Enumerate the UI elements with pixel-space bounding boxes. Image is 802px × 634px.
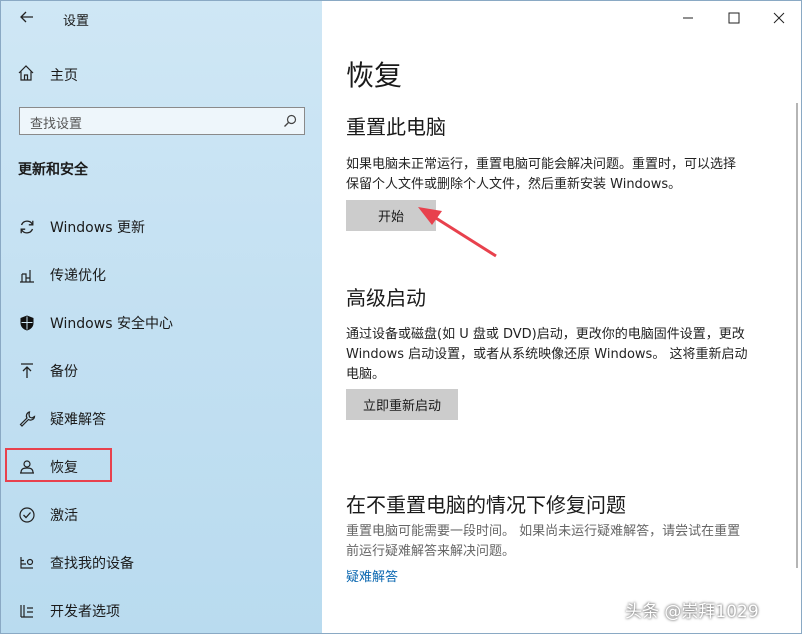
advanced-description-line: 通过设备或磁盘(如 U 盘或 DVD)启动，更改你的电脑固件设置，更改 bbox=[346, 327, 745, 342]
advanced-description-line: 电脑。 bbox=[346, 367, 386, 382]
find-device-icon bbox=[17, 553, 37, 573]
sidebar-item-label: 传递优化 bbox=[50, 268, 106, 284]
home-icon bbox=[17, 64, 35, 86]
settings-window: 设置 主页 查找设置 更新和安全 Windows 更新 传递优化 Windows… bbox=[0, 0, 802, 634]
delivery-optimization-icon bbox=[17, 265, 37, 285]
sidebar-item-activation[interactable]: 激活 bbox=[17, 502, 307, 528]
developer-icon bbox=[17, 601, 37, 621]
reset-description: 如果电脑未正常运行，重置电脑可能会解决问题。重置时，可以选择 保留个人文件或删除… bbox=[346, 155, 776, 195]
advanced-startup-description: 通过设备或磁盘(如 U 盘或 DVD)启动，更改你的电脑固件设置，更改 Wind… bbox=[346, 325, 776, 385]
annotation-arrow bbox=[418, 207, 497, 258]
sidebar-item-windows-security[interactable]: Windows 安全中心 bbox=[17, 310, 307, 336]
home-nav-item[interactable]: 主页 bbox=[17, 64, 297, 86]
minimize-button[interactable] bbox=[677, 7, 699, 29]
minimize-icon bbox=[683, 17, 693, 19]
fix-problems-heading: 在不重置电脑的情况下修复问题 bbox=[346, 493, 626, 517]
reset-description-line: 保留个人文件或删除个人文件，然后重新安装 Windows。 bbox=[346, 177, 682, 192]
maximize-icon bbox=[728, 12, 740, 24]
advanced-startup-heading: 高级启动 bbox=[346, 286, 426, 310]
sidebar-item-troubleshoot[interactable]: 疑难解答 bbox=[17, 406, 307, 432]
wrench-icon bbox=[17, 409, 37, 429]
close-button[interactable] bbox=[768, 7, 790, 29]
home-label: 主页 bbox=[50, 68, 78, 84]
reset-heading: 重置此电脑 bbox=[346, 115, 446, 139]
shield-icon bbox=[17, 313, 37, 333]
sidebar-item-label: 疑难解答 bbox=[50, 412, 106, 428]
search-placeholder: 查找设置 bbox=[30, 117, 83, 132]
fix-problems-description: 重置电脑可能需要一段时间。 如果尚未运行疑难解答，请尝试在重置 前运行疑难解答来… bbox=[346, 522, 776, 562]
check-circle-icon bbox=[17, 505, 37, 525]
sidebar-item-delivery-optimization[interactable]: 传递优化 bbox=[17, 262, 307, 288]
watermark: 头条 @崇拜1029 bbox=[625, 602, 759, 622]
search-icon[interactable] bbox=[282, 113, 298, 129]
maximize-button[interactable] bbox=[723, 7, 745, 29]
troubleshoot-link[interactable]: 疑难解答 bbox=[346, 566, 398, 585]
recovery-highlight-box bbox=[5, 448, 112, 482]
backup-arrow-icon bbox=[17, 361, 37, 381]
section-title: 更新和安全 bbox=[18, 162, 88, 178]
sidebar-item-backup[interactable]: 备份 bbox=[17, 358, 307, 384]
restart-now-button[interactable]: 立即重新启动 bbox=[346, 389, 458, 420]
sidebar: 设置 主页 查找设置 更新和安全 Windows 更新 传递优化 Windows… bbox=[1, 1, 322, 633]
close-icon bbox=[773, 12, 785, 24]
back-arrow-icon[interactable] bbox=[17, 7, 37, 27]
sidebar-item-label: 激活 bbox=[50, 508, 78, 524]
fix-description-line: 前运行疑难解答来解决问题。 bbox=[346, 544, 516, 559]
search-input[interactable]: 查找设置 bbox=[19, 107, 305, 135]
page-title: 恢复 bbox=[346, 59, 403, 92]
app-title: 设置 bbox=[63, 14, 90, 29]
sidebar-item-label: 备份 bbox=[50, 364, 78, 380]
sidebar-item-label: 查找我的设备 bbox=[50, 556, 134, 572]
refresh-icon bbox=[17, 217, 37, 237]
sidebar-item-label: Windows 更新 bbox=[50, 220, 145, 236]
sidebar-item-developer-options[interactable]: 开发者选项 bbox=[17, 598, 307, 624]
fix-description-line: 重置电脑可能需要一段时间。 如果尚未运行疑难解答，请尝试在重置 bbox=[346, 524, 741, 539]
sidebar-item-label: Windows 安全中心 bbox=[50, 316, 173, 332]
sidebar-item-find-my-device[interactable]: 查找我的设备 bbox=[17, 550, 307, 576]
advanced-description-line: Windows 启动设置，或者从系统映像还原 Windows。 这将重新启动 bbox=[346, 347, 748, 362]
reset-description-line: 如果电脑未正常运行，重置电脑可能会解决问题。重置时，可以选择 bbox=[346, 157, 737, 172]
scrollbar[interactable] bbox=[796, 103, 798, 568]
sidebar-item-windows-update[interactable]: Windows 更新 bbox=[17, 214, 307, 240]
sidebar-item-label: 开发者选项 bbox=[50, 604, 120, 620]
